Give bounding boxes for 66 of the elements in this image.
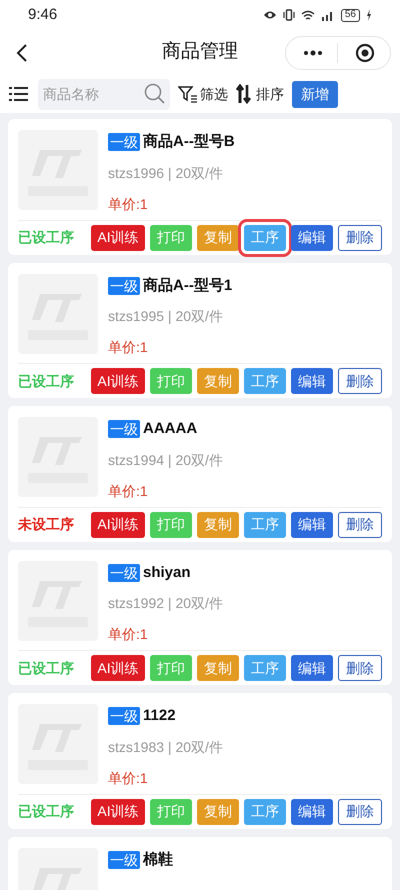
product-spec: stzs1992 | 20双/件 <box>108 594 223 613</box>
product-price: 单价:1 <box>108 194 149 214</box>
process-button[interactable]: 工序 <box>244 368 286 394</box>
page-title: 商品管理 <box>162 40 238 64</box>
product-spec: stzs1995 | 20双/件 <box>108 307 224 326</box>
back-icon[interactable] <box>16 42 28 62</box>
product-name: AAAAA <box>143 419 198 439</box>
edit-button[interactable]: 编辑 <box>291 512 333 538</box>
level-badge: 一级 <box>108 276 140 295</box>
search-field[interactable]: 商品名称 <box>38 78 170 110</box>
search-icon[interactable] <box>144 82 166 104</box>
product-name: shiyan <box>143 562 191 582</box>
process-button[interactable]: 工序 <box>244 224 286 250</box>
edit-button[interactable]: 编辑 <box>291 798 333 824</box>
level-badge: 一级 <box>108 133 140 152</box>
process-button[interactable]: 工序 <box>244 798 286 824</box>
process-status: 已设工序 <box>18 372 75 390</box>
process-button[interactable]: 工序 <box>244 655 286 681</box>
delete-button[interactable]: 删除 <box>338 798 382 824</box>
product-name: 1122 <box>143 706 176 726</box>
delete-button[interactable]: 删除 <box>338 224 382 250</box>
edit-button[interactable]: 编辑 <box>291 655 333 681</box>
product-name: 商品A--型号1 <box>143 276 232 296</box>
process-button[interactable]: 工序 <box>244 512 286 538</box>
product-price: 单价:1 <box>108 338 149 357</box>
level-badge: 一级 <box>108 420 140 438</box>
product-price: 单价:1 <box>108 482 149 500</box>
filter-button[interactable]: 筛选 <box>178 84 228 104</box>
status-time: 9:46 <box>28 4 58 25</box>
ai-train-button[interactable]: AI训练 <box>91 224 145 250</box>
delete-button[interactable]: 删除 <box>338 512 382 538</box>
eye-icon <box>262 10 277 20</box>
add-button[interactable]: 新增 <box>292 80 338 108</box>
more-icon[interactable] <box>303 50 323 56</box>
ai-train-button[interactable]: AI训练 <box>91 798 145 824</box>
edit-button[interactable]: 编辑 <box>291 224 333 250</box>
wifi-icon <box>300 10 315 20</box>
process-status: 已设工序 <box>18 228 75 247</box>
process-status: 已设工序 <box>18 802 75 821</box>
charging-icon <box>366 9 372 21</box>
ai-train-button[interactable]: AI训练 <box>91 655 145 681</box>
sort-button[interactable]: 排序 <box>236 84 284 104</box>
product-price: 单价:1 <box>108 768 149 788</box>
close-icon[interactable] <box>355 42 375 62</box>
signal-icon <box>320 10 335 20</box>
delete-button[interactable]: 删除 <box>338 368 382 394</box>
product-spec: stzs1994 | 20双/件 <box>108 450 223 470</box>
level-badge: 一级 <box>108 707 140 726</box>
product-name: 商品A--型号B <box>143 132 235 152</box>
delete-button[interactable]: 删除 <box>338 655 382 681</box>
level-badge: 一级 <box>108 850 140 869</box>
product-name: 棉鞋 <box>143 850 173 870</box>
vibrate-icon <box>282 9 295 21</box>
product-spec: stzs1983 | 20双/件 <box>108 738 223 757</box>
battery-icon: 56 <box>340 8 360 22</box>
product-price: 单价:1 <box>108 625 149 644</box>
sort-icon <box>236 84 252 104</box>
edit-button[interactable]: 编辑 <box>291 368 333 394</box>
process-status: 未设工序 <box>18 515 75 534</box>
filter-icon <box>178 85 198 103</box>
ai-train-button[interactable]: AI训练 <box>91 512 145 538</box>
level-badge: 一级 <box>108 564 140 582</box>
process-status: 已设工序 <box>18 658 75 678</box>
ai-train-button[interactable]: AI训练 <box>91 368 145 394</box>
menu-icon[interactable] <box>9 86 28 102</box>
product-spec: stzs1996 | 20双/件 <box>108 164 224 183</box>
